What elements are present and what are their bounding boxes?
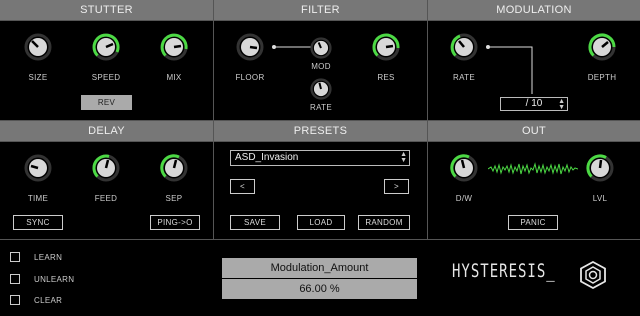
modulation-header: MODULATION <box>428 0 640 21</box>
unlearn-checkbox[interactable] <box>10 274 20 284</box>
delay-panel: DELAY TIME FEED SEP SYNC PING->O <box>0 121 213 239</box>
mod-knob[interactable] <box>310 37 332 59</box>
dw-knob[interactable] <box>450 154 478 182</box>
col-divider-1 <box>213 0 214 239</box>
presets-panel: PRESETS ASD_Invasion ▲ ▼ < > SAVE LOAD RA… <box>214 121 427 239</box>
filter-panel: FILTER FLOOR MOD RATE RES <box>214 0 427 120</box>
prev-preset-button[interactable]: < <box>230 179 255 194</box>
out-header: OUT <box>428 121 640 142</box>
sep-knob[interactable] <box>160 154 188 182</box>
floor-knob[interactable] <box>236 33 264 61</box>
dw-label: D/W <box>455 194 473 203</box>
speed-label: SPEED <box>91 73 121 82</box>
feed-label: FEED <box>94 194 118 203</box>
mod-rate-label: RATE <box>453 73 475 82</box>
division-value: / 10 <box>525 98 543 109</box>
sync-button[interactable]: SYNC <box>13 215 63 230</box>
out-panel: OUT D/W LVL PANIC <box>428 121 640 239</box>
preset-spin-icon[interactable]: ▲ ▼ <box>400 151 407 164</box>
load-button[interactable]: LOAD <box>297 215 345 230</box>
clear-label: CLEAR <box>34 296 63 305</box>
division-select[interactable]: / 10 ▲ ▼ <box>500 97 568 111</box>
mod-label: MOD <box>311 62 331 71</box>
depth-knob[interactable] <box>588 33 616 61</box>
time-label: TIME <box>27 194 49 203</box>
bottom-divider <box>0 239 640 240</box>
rate-knob-filter[interactable] <box>310 78 332 100</box>
time-knob[interactable] <box>24 154 52 182</box>
stutter-panel: STUTTER SIZE SPEED MIX REV <box>0 0 213 120</box>
division-spin-icon[interactable]: ▲ ▼ <box>558 98 565 111</box>
modulation-connector <box>486 45 533 94</box>
unlearn-label: UNLEARN <box>34 275 75 284</box>
brand-logo-icon <box>580 261 606 289</box>
clear-checkbox[interactable] <box>10 295 20 305</box>
res-knob[interactable] <box>372 33 400 61</box>
depth-label: DEPTH <box>587 73 617 82</box>
learn-label: LEARN <box>34 253 63 262</box>
save-button[interactable]: SAVE <box>230 215 280 230</box>
speed-knob[interactable] <box>92 33 120 61</box>
modulation-panel: MODULATION RATE DEPTH / 10 ▲ ▼ <box>428 0 640 120</box>
brand-logo-text: HYSTERESIS_ <box>452 261 556 283</box>
presets-header: PRESETS <box>214 121 427 142</box>
rev-button[interactable]: REV <box>81 95 132 110</box>
delay-header: DELAY <box>0 121 213 142</box>
res-label: RES <box>377 73 395 82</box>
param-value-display: 66.00 % <box>222 279 417 299</box>
col-divider-2 <box>427 0 428 239</box>
next-preset-button[interactable]: > <box>384 179 409 194</box>
sep-label: SEP <box>165 194 183 203</box>
learn-checkbox[interactable] <box>10 252 20 262</box>
preset-select[interactable]: ASD_Invasion ▲ ▼ <box>230 150 410 166</box>
feed-knob[interactable] <box>92 154 120 182</box>
filter-connector <box>272 45 312 49</box>
filter-rate-label: RATE <box>310 103 332 112</box>
mix-knob[interactable] <box>160 33 188 61</box>
filter-header: FILTER <box>214 0 427 21</box>
lvl-label: LVL <box>592 194 608 203</box>
mod-rate-knob[interactable] <box>450 33 478 61</box>
preset-selected: ASD_Invasion <box>235 152 299 163</box>
stutter-header: STUTTER <box>0 0 213 21</box>
output-waveform <box>488 162 578 175</box>
param-name-display: Modulation_Amount <box>222 258 417 278</box>
lvl-knob[interactable] <box>586 154 614 182</box>
size-knob[interactable] <box>24 33 52 61</box>
pingpong-button[interactable]: PING->O <box>150 215 200 230</box>
random-button[interactable]: RANDOM <box>358 215 410 230</box>
floor-label: FLOOR <box>235 73 265 82</box>
panic-button[interactable]: PANIC <box>508 215 558 230</box>
size-label: SIZE <box>28 73 48 82</box>
mix-label: MIX <box>166 73 182 82</box>
